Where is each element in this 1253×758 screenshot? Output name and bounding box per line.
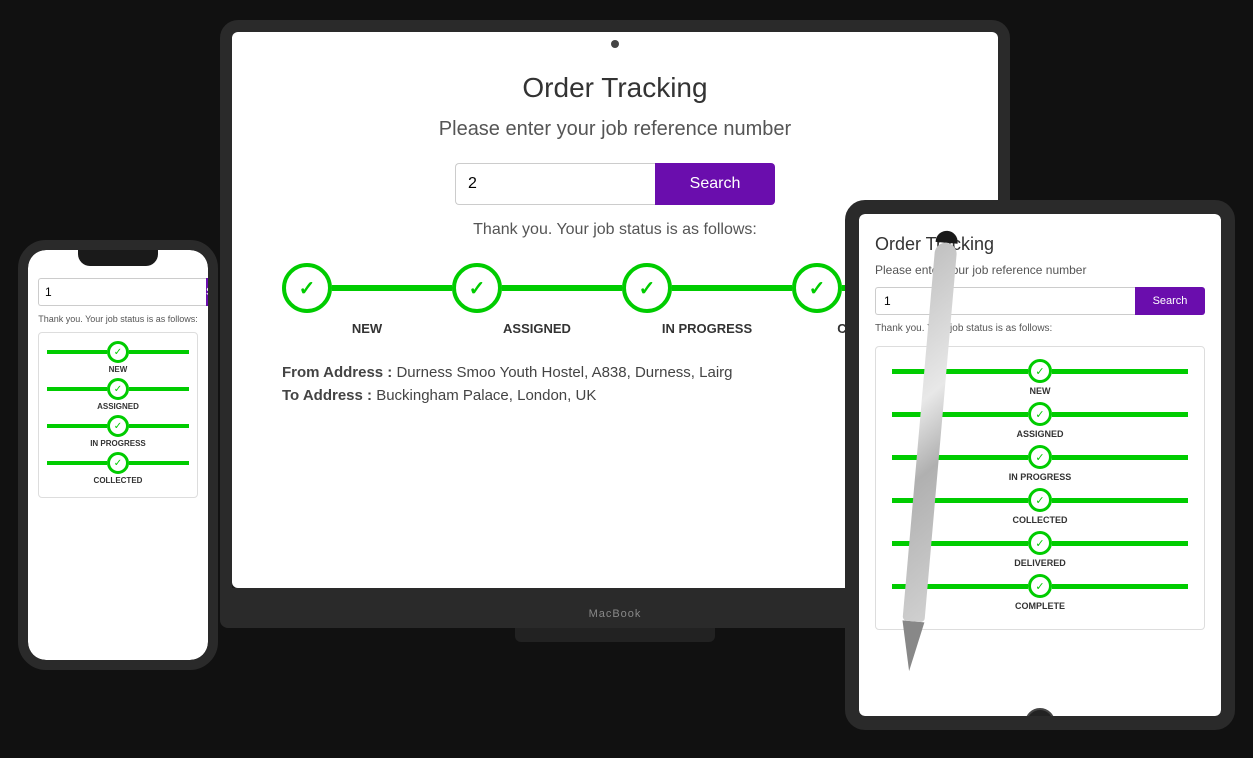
phone-step-label-collected: COLLECTED [94,476,143,485]
tablet-circle-collected: ✓ [1028,488,1052,512]
tablet-circle-delivered: ✓ [1028,531,1052,555]
stylus-top [936,230,959,244]
phone-status-text: Thank you. Your job status is as follows… [38,314,198,324]
tablet-step-label-complete: COMPLETE [1015,601,1065,611]
tablet-search-input[interactable] [875,287,1135,315]
to-address-value: Buckingham Palace, London, UK [376,387,596,404]
progress-step-new: ✓ NEW [282,263,452,336]
phone-step-collected: ✓ COLLECTED [47,452,189,485]
tablet-step-label-new: NEW [1030,386,1051,396]
tablet-line-right-delivered [1052,541,1188,546]
phone-circle-assigned: ✓ [107,378,129,400]
phone-line-left-collected [47,461,107,465]
tablet-search-button[interactable]: Search [1135,287,1205,315]
tablet-line-left-new [892,369,1028,374]
tablet-line-right-inprogress [1052,455,1188,460]
phone-steps-container: ✓ NEW ✓ ASSIGNED [38,332,198,498]
phone-line-right-new [129,350,189,354]
to-address-label: To Address : [282,387,372,404]
phone-circle-inprogress: ✓ [107,415,129,437]
phone-device: Search Thank you. Your job status is as … [18,240,218,670]
tablet-line-right-collected [1052,498,1188,503]
laptop-page-title: Order Tracking [522,72,707,104]
tablet-circle-assigned: ✓ [1028,402,1052,426]
phone-line-left-new [47,350,107,354]
from-address-value: Durness Smoo Youth Hostel, A838, Durness… [396,364,732,381]
phone-step-assigned: ✓ ASSIGNED [47,378,189,411]
tablet-step-label-delivered: DELIVERED [1014,558,1066,568]
step-line-inprogress-collected [672,285,792,291]
phone-line-left-inprogress [47,424,107,428]
step-circle-assigned: ✓ [452,263,502,313]
laptop-status-text: Thank you. Your job status is as follows… [473,221,757,239]
tablet-home-button[interactable] [1025,708,1055,730]
stylus-tip [898,620,924,672]
laptop-stand [515,628,715,642]
laptop-search-input[interactable] [455,163,655,205]
phone-step-new: ✓ NEW [47,341,189,374]
tablet-page-title: Order Tracking [875,234,1205,255]
step-label-inprogress: IN PROGRESS [662,321,752,336]
phone-line-right-inprogress [129,424,189,428]
phone-line-right-assigned [129,387,189,391]
laptop-search-button[interactable]: Search [655,163,775,205]
tablet-line-right-complete [1052,584,1188,589]
laptop-camera [611,40,619,48]
phone-step-label-inprogress: IN PROGRESS [90,439,146,448]
tablet-step-complete: ✓ COMPLETE [892,574,1188,611]
tablet-circle-new: ✓ [1028,359,1052,383]
from-address-label: From Address : [282,364,392,381]
laptop-brand: MacBook [589,608,642,620]
tablet-camera [1036,204,1044,212]
step-circle-new: ✓ [282,263,332,313]
phone-screen: Search Thank you. Your job status is as … [28,250,208,660]
phone-circle-new: ✓ [107,341,129,363]
progress-step-assigned: ✓ ASSIGNED [452,263,622,336]
step-circle-collected: ✓ [792,263,842,313]
tablet-circle-complete: ✓ [1028,574,1052,598]
tablet-line-left-assigned [892,412,1028,417]
tablet-circle-inprogress: ✓ [1028,445,1052,469]
laptop-search-row: Search [455,163,775,205]
tablet-step-label-collected: COLLECTED [1013,515,1068,525]
step-circle-inprogress: ✓ [622,263,672,313]
tablet-step-label-inprogress: IN PROGRESS [1009,472,1072,482]
step-label-new: NEW [352,321,382,336]
step-label-assigned: ASSIGNED [503,321,571,336]
tablet-line-right-assigned [1052,412,1188,417]
phone-circle-collected: ✓ [107,452,129,474]
tablet-line-right-new [1052,369,1188,374]
phone-step-inprogress: ✓ IN PROGRESS [47,415,189,448]
tablet-page-subtitle: Please enter your job reference number [875,263,1205,277]
phone-search-row: Search [38,278,198,306]
phone-step-label-new: NEW [109,365,128,374]
progress-step-inprogress: ✓ IN PROGRESS [622,263,792,336]
phone-step-label-assigned: ASSIGNED [97,402,139,411]
phone-line-left-assigned [47,387,107,391]
phone-body: Search Thank you. Your job status is as … [18,240,218,670]
step-line-new-assigned [332,285,452,291]
phone-search-button[interactable]: Search [206,278,208,306]
phone-line-right-collected [129,461,189,465]
phone-notch [78,250,158,266]
laptop-page-subtitle: Please enter your job reference number [439,118,791,141]
step-line-assigned-inprogress [502,285,622,291]
phone-search-input[interactable] [38,278,206,306]
tablet-step-label-assigned: ASSIGNED [1016,429,1063,439]
tablet-step-delivered: ✓ DELIVERED [892,531,1188,568]
